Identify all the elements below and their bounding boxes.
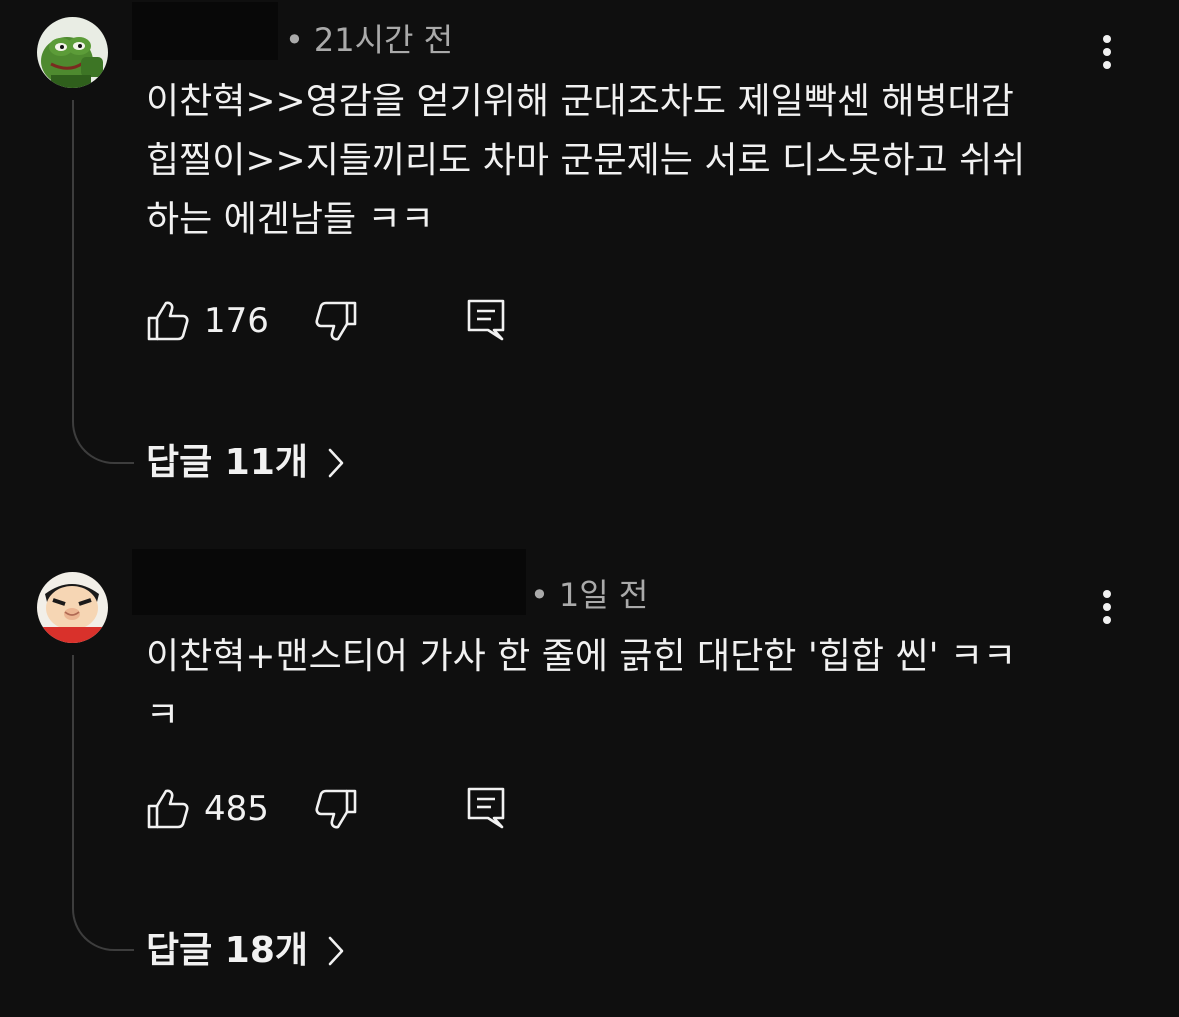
- replies-label: 답글 11개: [146, 442, 308, 483]
- comment-timestamp: • 1일 전: [530, 575, 648, 615]
- author-name-redacted[interactable]: [132, 2, 278, 60]
- thumbs-down-icon: [315, 789, 357, 829]
- like-button[interactable]: 485: [146, 788, 269, 830]
- reply-button[interactable]: [466, 786, 506, 830]
- view-replies-button[interactable]: 답글 18개: [146, 929, 344, 973]
- reply-thread-line: [72, 655, 134, 951]
- frog-avatar-icon[interactable]: [37, 17, 108, 88]
- more-vert-icon: [1103, 35, 1111, 69]
- meta-separator: •: [285, 21, 304, 59]
- meta-separator: •: [530, 576, 549, 614]
- thumbs-up-icon: [147, 301, 189, 341]
- comment-text: 이찬혁>>영감을 얻기위해 군대조차도 제일빡센 해병대감 힙찔이>>지들끼리도…: [146, 81, 1026, 240]
- more-options-button[interactable]: [1090, 585, 1124, 629]
- like-count: 485: [204, 789, 269, 829]
- comment-icon: [467, 787, 505, 829]
- thumbs-up-icon: [147, 789, 189, 829]
- chevron-right-icon: [328, 448, 344, 478]
- dislike-button[interactable]: [314, 300, 358, 342]
- comment-icon: [467, 299, 505, 341]
- chevron-right-icon: [328, 936, 344, 966]
- time-label: 1일 전: [558, 576, 649, 614]
- comment-text: 이찬혁+맨스티어 가사 한 줄에 긁힌 대단한 '힙합 씬' ㅋㅋ ㅋ: [146, 636, 1017, 736]
- time-label: 21시간 전: [313, 21, 454, 59]
- thumbs-down-icon: [315, 301, 357, 341]
- reply-button[interactable]: [466, 298, 506, 342]
- replies-label: 답글 18개: [146, 930, 308, 971]
- like-count: 176: [204, 301, 269, 341]
- cartoon-boy-avatar-icon[interactable]: [37, 572, 108, 643]
- view-replies-button[interactable]: 답글 11개: [146, 441, 344, 485]
- like-button[interactable]: 176: [146, 300, 269, 342]
- reply-thread-line: [72, 100, 134, 464]
- more-options-button[interactable]: [1090, 30, 1124, 74]
- comment-timestamp: • 21시간 전: [285, 20, 453, 60]
- more-vert-icon: [1103, 590, 1111, 624]
- dislike-button[interactable]: [314, 788, 358, 830]
- author-name-redacted[interactable]: [132, 549, 526, 615]
